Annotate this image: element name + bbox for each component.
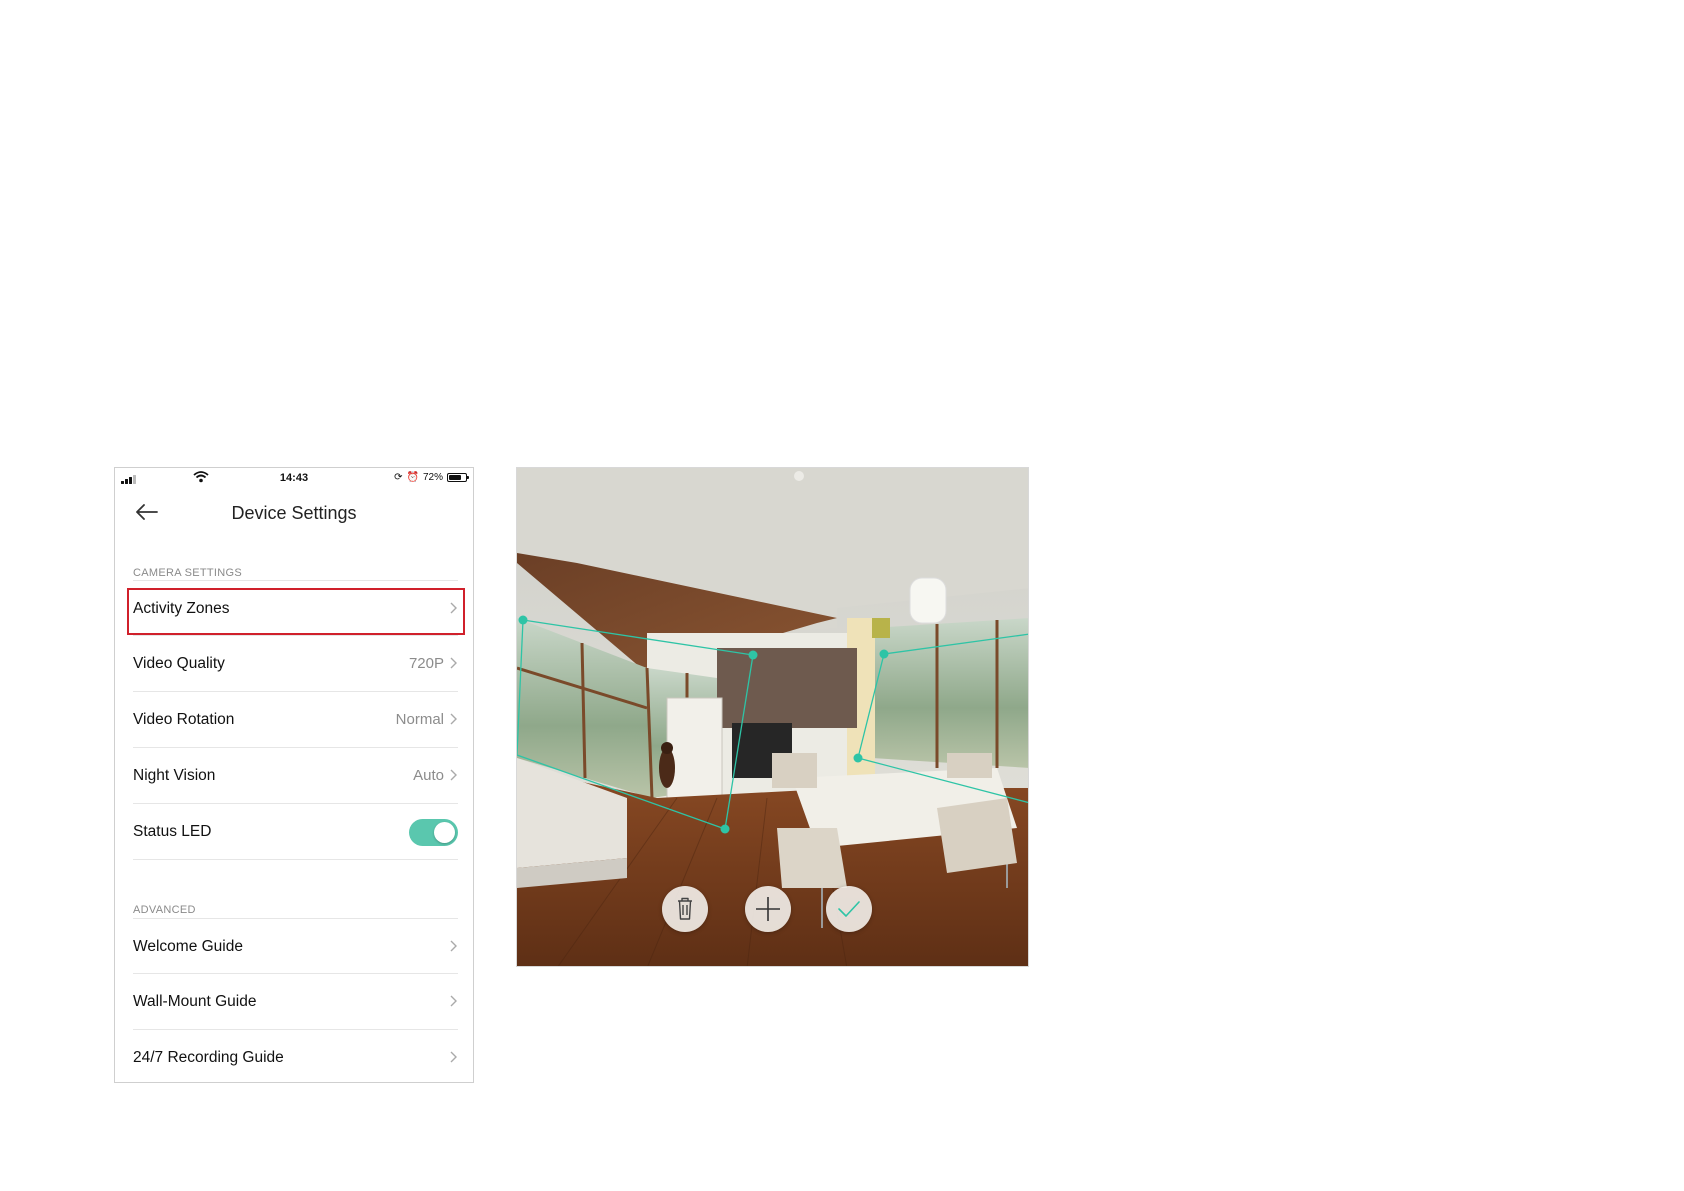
chevron-right-icon: [450, 769, 457, 781]
chevron-right-icon: [450, 940, 457, 952]
section-header-advanced: ADVANCED: [133, 904, 196, 916]
setting-row-activity-zones[interactable]: Activity Zones: [133, 580, 458, 636]
battery-percent: 72%: [422, 472, 443, 483]
setting-label: Night Vision: [133, 767, 216, 784]
alarm-icon: ⏰: [406, 471, 419, 483]
setting-row-recording-guide[interactable]: 24/7 Recording Guide: [133, 1030, 458, 1082]
navigation-bar: Device Settings: [115, 490, 473, 536]
setting-value: Normal: [395, 711, 444, 728]
trash-icon: [678, 897, 692, 920]
setting-label: Wall-Mount Guide: [133, 993, 257, 1010]
chevron-right-icon: [450, 713, 457, 725]
rotation-lock-icon: ⟳: [394, 471, 403, 483]
setting-label: 24/7 Recording Guide: [133, 1049, 284, 1066]
battery-icon: [447, 473, 469, 482]
setting-label: Activity Zones: [133, 600, 230, 617]
status-bar: 14:43 ⟳ ⏰ 72%: [115, 468, 473, 490]
check-icon: [838, 901, 860, 917]
setting-row-status-led: Status LED: [133, 804, 458, 860]
setting-row-night-vision[interactable]: Night Vision Auto: [133, 748, 458, 804]
device-settings-screen: 14:43 ⟳ ⏰ 72% Device Settings CAMERA SET…: [114, 467, 474, 1083]
add-zone-button[interactable]: [745, 886, 791, 932]
setting-row-wall-mount-guide[interactable]: Wall-Mount Guide: [133, 974, 458, 1030]
chevron-right-icon: [450, 1051, 457, 1063]
setting-row-video-quality[interactable]: Video Quality 720P: [133, 636, 458, 692]
section-header-camera-settings: CAMERA SETTINGS: [133, 567, 243, 579]
confirm-zones-button[interactable]: [826, 886, 872, 932]
chevron-right-icon: [450, 995, 457, 1007]
chevron-right-icon: [450, 657, 457, 669]
delete-zone-button[interactable]: [662, 886, 708, 932]
camera-live-view: [516, 467, 1029, 967]
setting-row-video-rotation[interactable]: Video Rotation Normal: [133, 692, 458, 748]
setting-label: Welcome Guide: [133, 938, 243, 955]
setting-label: Video Quality: [133, 655, 225, 672]
plus-icon: [756, 897, 780, 921]
setting-value: Auto: [413, 767, 444, 784]
setting-label: Video Rotation: [133, 711, 235, 728]
setting-value: 720P: [408, 655, 444, 672]
chevron-right-icon: [450, 602, 457, 614]
setting-row-welcome-guide[interactable]: Welcome Guide: [133, 918, 458, 974]
status-led-toggle[interactable]: [409, 819, 458, 846]
toggle-knob: [434, 822, 455, 843]
page-title: Device Settings: [231, 503, 357, 523]
setting-label: Status LED: [133, 823, 212, 840]
